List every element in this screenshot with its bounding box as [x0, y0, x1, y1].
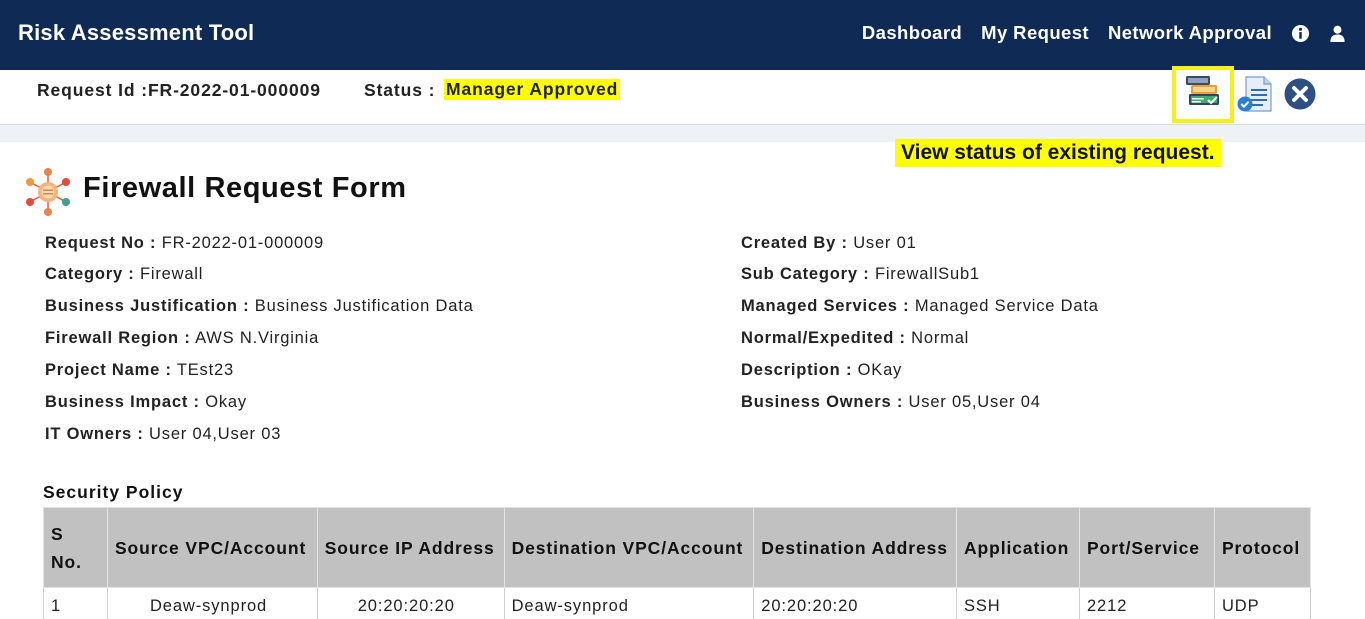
close-button[interactable] [1283, 77, 1317, 111]
field-value: User 04,User 03 [149, 425, 282, 443]
tooltip: View status of existing request. [895, 139, 1221, 167]
field-value: Normal [911, 329, 970, 347]
field-firewall-region: Firewall Region : AWS N.Virginia [45, 329, 319, 348]
status-badge: Manager Approved [444, 79, 621, 100]
table-cell: SSH [956, 587, 1080, 619]
field-value: User 05,User 04 [908, 393, 1041, 411]
view-status-button[interactable] [1172, 66, 1234, 123]
field-category: Category : Firewall [45, 265, 203, 284]
column-header[interactable]: S No. [43, 507, 108, 588]
field-label: Category : [45, 265, 135, 283]
security-policy-title: Security Policy [43, 482, 184, 502]
column-header[interactable]: Protocol [1213, 507, 1312, 588]
field-value: TEst23 [176, 361, 234, 379]
column-header[interactable]: Port/Service [1078, 507, 1215, 588]
field-created-by: Created By : User 01 [741, 234, 917, 253]
view-status-icon [1183, 72, 1223, 117]
field-label: Sub Category : [741, 265, 870, 283]
field-business-justification: Business Justification : Business Justif… [45, 297, 474, 316]
request-id: Request Id :FR-2022-01-000009 [37, 80, 321, 100]
field-label: Project Name : [45, 361, 172, 379]
table-cell: 2212 [1078, 587, 1215, 619]
nav-my-request[interactable]: My Request [981, 22, 1089, 44]
column-header[interactable]: Destination VPC/Account [503, 507, 755, 588]
field-description: Description : OKay [741, 361, 902, 380]
field-request-no: Request No : FR-2022-01-000009 [45, 234, 324, 253]
field-business-impact: Business Impact : Okay [45, 393, 247, 412]
field-value: Firewall [140, 265, 204, 283]
nav-network-approval[interactable]: Network Approval [1108, 22, 1272, 44]
field-label: Request No : [45, 234, 157, 252]
field-project-name: Project Name : TEst23 [45, 361, 234, 380]
field-value: Managed Service Data [914, 297, 1099, 315]
field-label: Business Justification : [45, 297, 250, 315]
document-check-icon [1236, 76, 1274, 119]
table-cell: 20:20:20:20 [753, 587, 957, 619]
field-value: FR-2022-01-000009 [161, 234, 324, 252]
field-value: FirewallSub1 [874, 265, 980, 283]
field-value: OKay [857, 361, 903, 379]
field-it-owners: IT Owners : User 04,User 03 [45, 425, 281, 444]
status-label: Status : [364, 80, 436, 100]
close-icon [1283, 78, 1317, 115]
column-header[interactable]: Destination Address [753, 507, 957, 588]
column-header[interactable]: Application [956, 507, 1080, 588]
field-managed-services: Managed Services : Managed Service Data [741, 297, 1099, 316]
document-check-button[interactable] [1236, 75, 1274, 115]
field-label: Created By : [741, 234, 848, 252]
field-label: Normal/Expedited : [741, 329, 906, 347]
table-cell: 1 [43, 587, 108, 619]
table-cell: UDP [1213, 587, 1312, 619]
column-header[interactable]: Source IP Address [316, 507, 505, 588]
field-value: Business Justification Data [254, 297, 474, 315]
field-value: AWS N.Virginia [195, 329, 320, 347]
table-cell: Deaw-synprod [106, 587, 318, 619]
field-label: IT Owners : [45, 425, 144, 443]
field-normal-expedited: Normal/Expedited : Normal [741, 329, 969, 348]
field-business-owners: Business Owners : User 05,User 04 [741, 393, 1041, 412]
security-policy-table: S No. Source VPC/Account Source IP Addre… [43, 507, 1312, 619]
field-label: Business Owners : [741, 393, 904, 411]
info-icon[interactable] [1291, 24, 1310, 43]
field-value: Okay [205, 393, 247, 411]
field-label: Managed Services : [741, 297, 910, 315]
user-icon[interactable] [1328, 24, 1347, 43]
request-status-bar: Request Id :FR-2022-01-000009 Status : M… [0, 66, 1365, 125]
field-sub-category: Sub Category : FirewallSub1 [741, 265, 980, 284]
table-cell: Deaw-synprod [503, 587, 755, 619]
table-row: 1 Deaw-synprod 20:20:20:20 Deaw-synprod … [43, 587, 1312, 619]
form-title: Firewall Request Form [83, 172, 407, 204]
main-nav: Dashboard My Request Network Approval [862, 22, 1365, 44]
app-title[interactable]: Risk Assessment Tool [18, 20, 254, 46]
table-cell: 20:20:20:20 [316, 587, 505, 619]
column-header[interactable]: Source VPC/Account [106, 507, 318, 588]
top-navbar: Risk Assessment Tool Dashboard My Reques… [0, 0, 1365, 70]
field-label: Firewall Region : [45, 329, 191, 347]
table-header-row: S No. Source VPC/Account Source IP Addre… [43, 507, 1312, 588]
field-label: Description : [741, 361, 853, 379]
nav-dashboard[interactable]: Dashboard [862, 22, 962, 44]
field-label: Business Impact : [45, 393, 200, 411]
field-value: User 01 [853, 234, 917, 252]
network-form-icon [22, 166, 74, 218]
